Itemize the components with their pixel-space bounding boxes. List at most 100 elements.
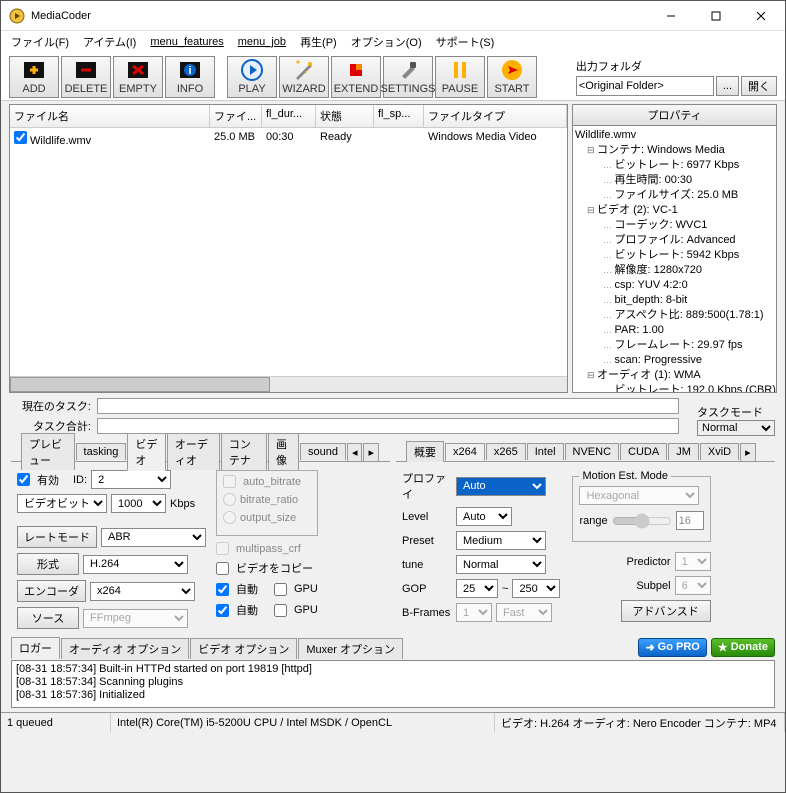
- task-mode-select[interactable]: Normal: [697, 420, 775, 436]
- menu-play[interactable]: 再生(P): [294, 32, 343, 52]
- tab-intel[interactable]: Intel: [527, 443, 564, 460]
- tab-nav-left[interactable]: ◂: [347, 443, 363, 461]
- output-open-button[interactable]: 開く: [741, 76, 777, 96]
- info-button[interactable]: iINFO: [165, 56, 215, 98]
- tab-sound[interactable]: sound: [300, 443, 346, 460]
- file-row[interactable]: Wildlife.wmv 25.0 MB 00:30 Ready Windows…: [10, 128, 567, 150]
- tab-audio-options[interactable]: オーディオ オプション: [61, 638, 189, 659]
- properties-tree[interactable]: Wildlife.wmv コンテナ: Windows Media ビットレート:…: [572, 126, 777, 393]
- tab-xvid[interactable]: XviD: [700, 443, 739, 460]
- file-list-hscroll[interactable]: [10, 376, 567, 392]
- col-size[interactable]: ファイ...: [210, 105, 262, 127]
- menu-job[interactable]: menu_job: [232, 34, 292, 50]
- auto1-checkbox[interactable]: [216, 583, 229, 596]
- minimize-button[interactable]: [648, 2, 693, 30]
- format-button[interactable]: 形式: [17, 553, 79, 575]
- log-line: [08-31 18:57:34] Built-in HTTPd started …: [16, 663, 770, 676]
- col-speed[interactable]: fl_sp...: [374, 105, 424, 127]
- tab-preview[interactable]: プレビュー: [21, 433, 75, 470]
- tune-select[interactable]: Normal: [456, 555, 546, 574]
- tab-cuda[interactable]: CUDA: [620, 443, 667, 460]
- auto2-checkbox[interactable]: [216, 604, 229, 617]
- maximize-button[interactable]: [693, 2, 738, 30]
- advanced-button[interactable]: アドバンスド: [621, 600, 711, 622]
- close-button[interactable]: [738, 2, 783, 30]
- bitrate-mode-select[interactable]: ビデオビットレー: [17, 494, 107, 513]
- file-row-state: Ready: [316, 130, 374, 148]
- menu-item[interactable]: アイテム(I): [77, 32, 142, 52]
- log-line: [08-31 18:57:34] Scanning plugins: [16, 676, 770, 689]
- source-button[interactable]: ソース: [17, 607, 79, 629]
- col-type[interactable]: ファイルタイプ: [424, 105, 567, 127]
- tab-video[interactable]: ビデオ: [127, 433, 166, 471]
- gop-label: GOP: [402, 583, 452, 595]
- col-state[interactable]: 状態: [316, 105, 374, 127]
- menu-options[interactable]: オプション(O): [345, 32, 428, 52]
- predictor-select: 1: [675, 552, 711, 571]
- menu-support[interactable]: サポート(S): [430, 32, 501, 52]
- delete-button[interactable]: DELETE: [61, 56, 111, 98]
- extend-button[interactable]: EXTEND: [331, 56, 381, 98]
- bitrate-value-select[interactable]: 1000: [111, 494, 166, 513]
- log-box[interactable]: [08-31 18:57:34] Built-in HTTPd started …: [11, 660, 775, 708]
- tab-logger[interactable]: ロガー: [11, 637, 60, 659]
- profile-select[interactable]: Auto: [456, 477, 546, 496]
- preset-select[interactable]: Medium: [456, 531, 546, 550]
- tab-nvenc[interactable]: NVENC: [565, 443, 620, 460]
- add-button[interactable]: ADD: [9, 56, 59, 98]
- menu-features[interactable]: menu_features: [144, 34, 229, 50]
- arrow-icon: ➜: [645, 641, 654, 654]
- output-browse-button[interactable]: ...: [716, 76, 739, 96]
- wizard-button[interactable]: WIZARD: [279, 56, 329, 98]
- gpu1-checkbox[interactable]: [274, 583, 287, 596]
- copy-video-checkbox[interactable]: [216, 562, 229, 575]
- tab-nav-right2[interactable]: ▸: [740, 443, 756, 461]
- tab-audio[interactable]: オーディオ: [167, 433, 220, 470]
- output-size-radio: [223, 511, 236, 524]
- tab-picture[interactable]: 画像: [268, 433, 299, 470]
- pause-button[interactable]: PAUSE: [435, 56, 485, 98]
- play-button[interactable]: PLAY: [227, 56, 277, 98]
- left-tabs: プレビュー tasking ビデオ オーディオ コンテナ 画像 sound ◂ …: [11, 440, 390, 462]
- encoder-select[interactable]: x264: [90, 582, 195, 601]
- auto-bitrate-checkbox: [223, 475, 236, 488]
- start-button[interactable]: START: [487, 56, 537, 98]
- col-duration[interactable]: fl_dur...: [262, 105, 316, 127]
- col-filename[interactable]: ファイル名: [10, 105, 210, 127]
- preset-label: Preset: [402, 535, 452, 547]
- range-label: range: [579, 515, 607, 527]
- tab-nav-right[interactable]: ▸: [363, 443, 379, 461]
- rate-mode-select[interactable]: ABR: [101, 528, 206, 547]
- tune-label: tune: [402, 559, 452, 571]
- menu-file[interactable]: ファイル(F): [5, 32, 75, 52]
- gop-max-select[interactable]: 250: [512, 579, 560, 598]
- tab-x264[interactable]: x264: [445, 443, 485, 461]
- tab-x265[interactable]: x265: [486, 443, 526, 460]
- encoder-button[interactable]: エンコーダ: [17, 580, 86, 602]
- app-icon: [9, 8, 25, 24]
- tab-jm[interactable]: JM: [668, 443, 699, 460]
- donate-button[interactable]: ★Donate: [711, 638, 775, 657]
- rate-mode-button[interactable]: レートモード: [17, 526, 97, 548]
- bframes-label: B-Frames: [402, 607, 452, 619]
- empty-button[interactable]: EMPTY: [113, 56, 163, 98]
- gop-min-select[interactable]: 25: [456, 579, 498, 598]
- level-select[interactable]: Auto: [456, 507, 512, 526]
- bframes-mode-select: Fast: [496, 603, 552, 622]
- predictor-label: Predictor: [627, 556, 671, 568]
- video-enable-checkbox[interactable]: [17, 473, 30, 486]
- tab-video-options[interactable]: ビデオ オプション: [190, 638, 297, 659]
- output-folder-field[interactable]: [576, 76, 714, 96]
- tab-tasking[interactable]: tasking: [76, 443, 127, 460]
- status-cpu: Intel(R) Core(TM) i5-5200U CPU / Intel M…: [111, 713, 495, 732]
- gpu2-checkbox[interactable]: [274, 604, 287, 617]
- status-bar: 1 queued Intel(R) Core(TM) i5-5200U CPU …: [1, 712, 785, 732]
- tab-muxer-options[interactable]: Muxer オプション: [298, 638, 403, 659]
- file-row-checkbox[interactable]: [14, 131, 27, 144]
- tab-container[interactable]: コンテナ: [221, 433, 267, 470]
- format-select[interactable]: H.264: [83, 555, 188, 574]
- video-id-select[interactable]: 2: [91, 470, 171, 489]
- go-pro-button[interactable]: ➜Go PRO: [638, 638, 706, 657]
- tab-summary[interactable]: 概要: [406, 441, 444, 462]
- settings-button[interactable]: SETTINGS: [383, 56, 433, 98]
